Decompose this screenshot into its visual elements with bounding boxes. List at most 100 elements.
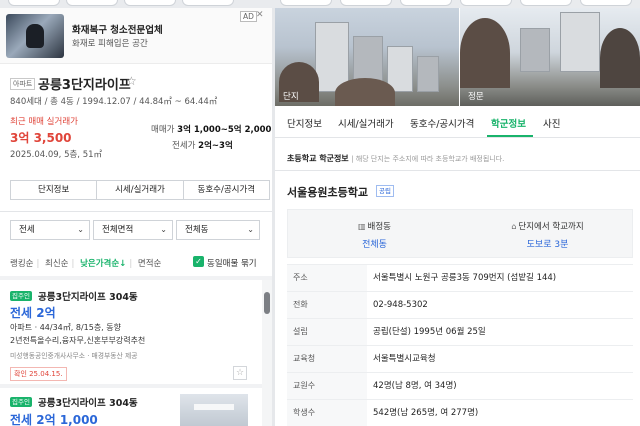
row-label: 학생수 [287, 400, 367, 426]
row-value: 서울특별시 노원구 공릉3동 709번지 (섬밭길 144) [373, 273, 557, 283]
detail-panel: 단지 정문 단지정보 시세/실거래가 동호수/공시가격 학군정보 사진 초등학교… [275, 8, 640, 426]
area-value: 전체면적 [102, 225, 134, 235]
listing-price: 전세 2억 1,000 [10, 413, 98, 426]
complex-photo[interactable]: 단지 [275, 8, 459, 106]
chevron-down-icon: ⌄ [247, 225, 254, 234]
tab-school-info[interactable]: 학군정보 [491, 116, 526, 130]
school-section-note: 해당 단지는 주소지에 따라 초등학교가 배정됩니다. [355, 155, 505, 163]
ad-title: 화재복구 청소전문업체 [72, 25, 163, 36]
sale-range-value: 3억 1,000~5억 2,000 [177, 125, 272, 135]
photo-caption: 정문 [468, 92, 484, 102]
listing-photo[interactable] [180, 394, 248, 426]
same-listing-label[interactable]: 동일매물 묶기 [207, 257, 257, 269]
building-icon: ▥ [357, 222, 366, 231]
row-label: 설립 [287, 319, 367, 345]
sort-latest[interactable]: 최신순 [45, 259, 68, 269]
divider [0, 276, 272, 280]
assigned-building: ▥ 배정동 전체동 [288, 220, 461, 250]
distance-to-school: ⌂ 단지에서 학교까지 도보로 3분 [461, 220, 634, 250]
row-label: 교원수 [287, 373, 367, 399]
chevron-down-icon: ⌄ [160, 225, 167, 234]
star-icon[interactable]: ☆ [126, 74, 137, 88]
listing-title[interactable]: 공릉3단지라이프 304동 [38, 289, 138, 303]
row-label: 교육청 [287, 346, 367, 372]
recent-trade-label: 최근 매매 실거래가 [10, 117, 78, 127]
jeonse-range-label: 전세가 [172, 141, 196, 151]
favorite-icon[interactable]: ☆ [233, 366, 247, 380]
owner-tag: 집주인 [10, 397, 32, 407]
top-chip[interactable] [280, 0, 332, 6]
school-icon: ⌂ [511, 222, 517, 231]
recent-trade-date: 2025.04.09, 5층, 51㎡ [10, 150, 103, 160]
school-info-row: 주소 서울특별시 노원구 공릉3동 709번지 (섬밭길 144) [287, 264, 633, 291]
school-info-row: 전화 02-948-5302 [287, 291, 633, 318]
building-select[interactable]: 전체동 ⌄ [176, 220, 260, 240]
sort-area[interactable]: 면적순 [138, 259, 161, 269]
top-chip[interactable] [460, 0, 512, 6]
recent-trade-price: 3억 3,500 [10, 131, 72, 145]
checkbox-icon[interactable]: ✓ [193, 256, 204, 267]
deal-type-value: 전세 [19, 225, 35, 235]
sale-range-label: 매매가 [151, 125, 175, 135]
school-info-row: 학생수 542명(남 265명, 여 277명) [287, 399, 633, 426]
top-chip[interactable] [8, 0, 60, 6]
divider [275, 170, 640, 171]
sort-options: 랭킹순 | 최신순 | 낮은가격순↓ | 면적순 [10, 259, 162, 269]
photo-caption: 단지 [283, 92, 299, 102]
distance-label: 단지에서 학교까지 [518, 222, 584, 232]
jeonse-range-value: 2억~3억 [198, 141, 233, 151]
listing-confirm-date: 확인 25.04.15. [10, 367, 67, 381]
school-section-header: 초등학교 학군정보 | 해당 단지는 주소지에 따라 초등학교가 배정됩니다. [287, 154, 505, 163]
listing-price: 전세 2억 [10, 306, 56, 320]
tab-complex-info[interactable]: 단지정보 [287, 116, 322, 130]
tab-unit-price[interactable]: 동호수/공시가격 [410, 116, 474, 130]
school-section-title: 초등학교 학군정보 [287, 154, 349, 163]
ad-banner[interactable]: 화재복구 청소전문업체 화재로 피해입은 공간 AD ✕ [0, 8, 272, 64]
listing-description: 2년전특올수리,융자무,신혼부부강력추천 [10, 336, 146, 345]
tab-unit-price[interactable]: 동호수/공시가격 [184, 181, 269, 199]
row-value: 서울특별시교육청 [373, 354, 436, 364]
row-value: 542명(남 265명, 여 277명) [373, 408, 479, 418]
top-chip[interactable] [66, 0, 118, 6]
sort-low-price[interactable]: 낮은가격순↓ [80, 259, 126, 269]
top-chip[interactable] [182, 0, 234, 6]
building-value: 전체동 [185, 225, 209, 235]
row-value: 02-948-5302 [373, 300, 428, 310]
jeonse-price-range: 전세가 2억~3억 [172, 139, 233, 151]
tab-price-history[interactable]: 시세/실거래가 [338, 116, 394, 130]
listing-title[interactable]: 공릉3단지라이프 304동 [38, 395, 138, 409]
top-chip[interactable] [340, 0, 392, 6]
listing-agent: 미성행동공인중개사사무소 · 매경부동산 제공 [10, 352, 138, 360]
sort-ranking[interactable]: 랭킹순 [10, 259, 33, 269]
top-chip[interactable] [580, 0, 632, 6]
ad-badge: AD [240, 11, 257, 22]
top-chip[interactable] [124, 0, 176, 6]
deal-type-select[interactable]: 전세 ⌄ [10, 220, 90, 240]
ad-subtitle: 화재로 피해입은 공간 [72, 39, 148, 49]
school-info-row: 교원수 42명(남 8명, 여 34명) [287, 372, 633, 399]
tab-price-history[interactable]: 시세/실거래가 [97, 181, 184, 199]
tab-complex-info[interactable]: 단지정보 [11, 181, 98, 199]
public-badge: 공립 [376, 185, 394, 197]
row-label: 전화 [287, 292, 367, 318]
divider [0, 384, 262, 388]
tab-photos[interactable]: 사진 [543, 116, 560, 130]
scrollbar-thumb[interactable] [264, 292, 270, 314]
sale-price-range: 매매가 3억 1,000~5억 2,000 [151, 123, 271, 135]
scrollbar[interactable] [262, 280, 272, 426]
top-filter-strip [0, 0, 640, 8]
school-assignment-box: ▥ 배정동 전체동 ⌂ 단지에서 학교까지 도보로 3분 [287, 209, 633, 258]
top-chip[interactable] [400, 0, 452, 6]
close-icon[interactable]: ✕ [256, 10, 264, 20]
gate-photo[interactable]: 정문 [460, 8, 640, 106]
area-select[interactable]: 전체면적 ⌄ [93, 220, 173, 240]
row-value: 42명(남 8명, 여 34명) [373, 381, 457, 391]
assigned-value: 전체동 [362, 240, 387, 250]
school-name: 서울용원초등학교 [287, 186, 368, 199]
listing-panel: 화재복구 청소전문업체 화재로 피해입은 공간 AD ✕ 아파트 공릉3단지라이… [0, 8, 272, 426]
detail-tabs: 단지정보 시세/실거래가 동호수/공시가격 학군정보 사진 [275, 106, 640, 138]
distance-value: 도보로 3분 [526, 240, 569, 250]
property-name: 공릉3단지라이프 [38, 78, 131, 93]
top-chip[interactable] [520, 0, 572, 6]
row-label: 주소 [287, 265, 367, 291]
